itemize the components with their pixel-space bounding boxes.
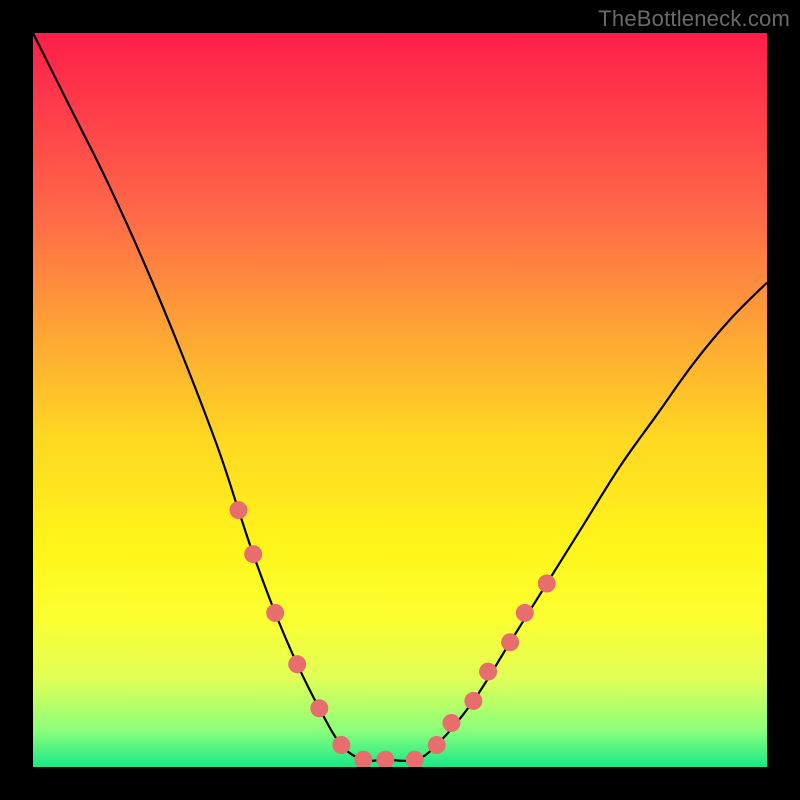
data-point — [442, 714, 460, 732]
data-point — [332, 736, 350, 754]
bottleneck-curve — [33, 33, 767, 761]
data-point — [288, 655, 306, 673]
data-point — [244, 545, 262, 563]
data-point — [428, 736, 446, 754]
data-point — [230, 501, 248, 519]
watermark-text: TheBottleneck.com — [598, 6, 790, 32]
data-point — [479, 663, 497, 681]
plot-area — [33, 33, 767, 767]
data-point — [516, 604, 534, 622]
data-point — [376, 751, 394, 767]
data-point — [501, 633, 519, 651]
data-point — [266, 604, 284, 622]
curve-svg — [33, 33, 767, 767]
data-point — [464, 692, 482, 710]
chart-frame: TheBottleneck.com — [0, 0, 800, 800]
data-point — [354, 751, 372, 767]
data-point — [538, 575, 556, 593]
data-point — [406, 751, 424, 767]
data-point — [310, 699, 328, 717]
marker-group — [230, 501, 556, 767]
